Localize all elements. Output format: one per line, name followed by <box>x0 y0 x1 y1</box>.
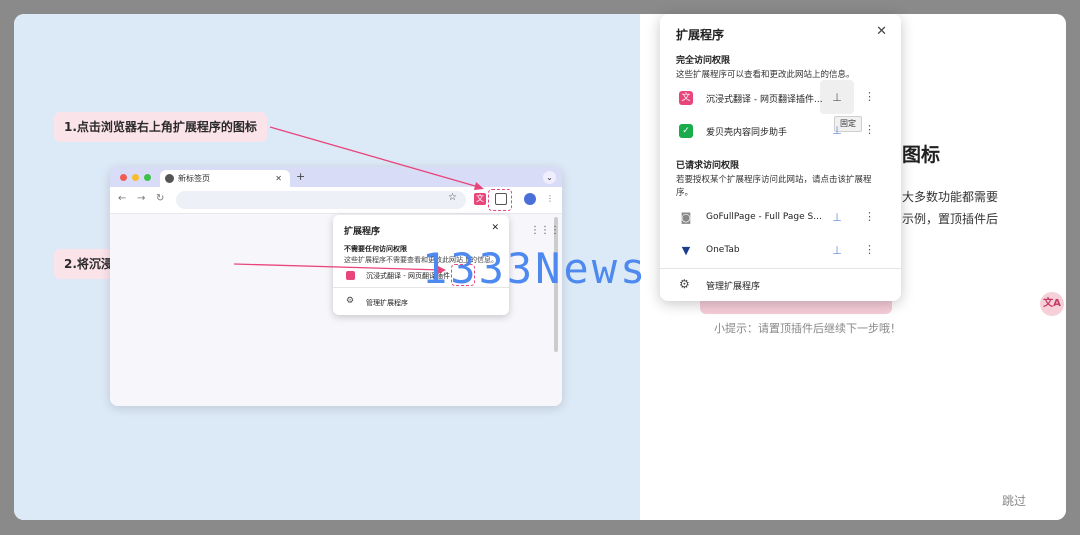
onetab-icon: ▼ <box>679 244 693 258</box>
extension-name: 爱贝壳内容同步助手 <box>706 128 788 138</box>
extension-row[interactable]: ✓ 爱贝壳内容同步助手 ⊥ ⋮ <box>660 116 901 146</box>
arrow-line-step2 <box>233 263 443 271</box>
extension-name: 沉浸式翻译 - 网页翻译插件... <box>706 95 823 105</box>
translate-float-button[interactable]: 文A <box>1040 292 1064 316</box>
watermark: 1333News <box>422 244 649 293</box>
popup-title: 扩展程序 <box>676 28 725 42</box>
extensions-popup: 扩展程序 ✕ 完全访问权限 这些扩展程序可以查看和更改此网站上的信息。 文 沉浸… <box>660 14 901 301</box>
pin-icon[interactable]: ⊥ <box>828 89 846 107</box>
extension-name: GoFullPage - Full Page S... <box>706 212 822 222</box>
pin-icon[interactable]: ⊥ <box>828 209 846 227</box>
more-vert-icon[interactable]: ⋮ <box>864 123 875 136</box>
requested-access-heading: 已请求访问权限 <box>676 161 740 171</box>
guide-line-1: 大多数功能都需要 <box>902 190 999 204</box>
manage-extensions-link[interactable]: ⚙ 管理扩展程序 <box>660 274 901 296</box>
more-vert-icon[interactable]: ⋮ <box>864 243 875 256</box>
arrow-line-step1 <box>269 126 483 189</box>
arrow-head-step1 <box>474 182 484 190</box>
gear-icon: ⚙ <box>679 277 690 291</box>
tip-text: 小提示：请置顶插件后继续下一步哦！ <box>714 322 901 335</box>
requested-access-desc-cont: 序。 <box>676 188 694 198</box>
extension-name: OneTab <box>706 245 740 255</box>
guide-title: 图标 <box>902 144 941 166</box>
skip-link[interactable]: 跳过 <box>1002 492 1026 509</box>
immersive-translate-icon: 文 <box>679 91 693 105</box>
extension-row[interactable]: ◙ GoFullPage - Full Page S... ⊥ ⋮ <box>660 203 901 233</box>
extension-row[interactable]: 文 沉浸式翻译 - 网页翻译插件... ⊥ ⋮ <box>660 83 901 113</box>
more-vert-icon[interactable]: ⋮ <box>864 90 875 103</box>
close-icon[interactable]: ✕ <box>876 24 887 39</box>
full-access-desc: 这些扩展程序可以查看和更改此网站上的信息。 <box>676 70 855 80</box>
requested-access-desc: 若要授权某个扩展程序访问此网站，请点击该扩展程 <box>676 175 872 185</box>
pin-icon[interactable]: ⊥ <box>828 122 846 140</box>
manage-extensions-label: 管理扩展程序 <box>706 282 761 292</box>
divider <box>660 268 901 269</box>
more-vert-icon[interactable]: ⋮ <box>864 210 875 223</box>
check-icon: ✓ <box>679 124 693 138</box>
guide-line-2: 示例，置顶插件后 <box>902 212 999 226</box>
full-access-heading: 完全访问权限 <box>676 56 731 66</box>
camera-icon: ◙ <box>679 211 693 225</box>
extension-row[interactable]: ▼ OneTab ⊥ ⋮ <box>660 236 901 266</box>
pin-icon[interactable]: ⊥ <box>828 242 846 260</box>
